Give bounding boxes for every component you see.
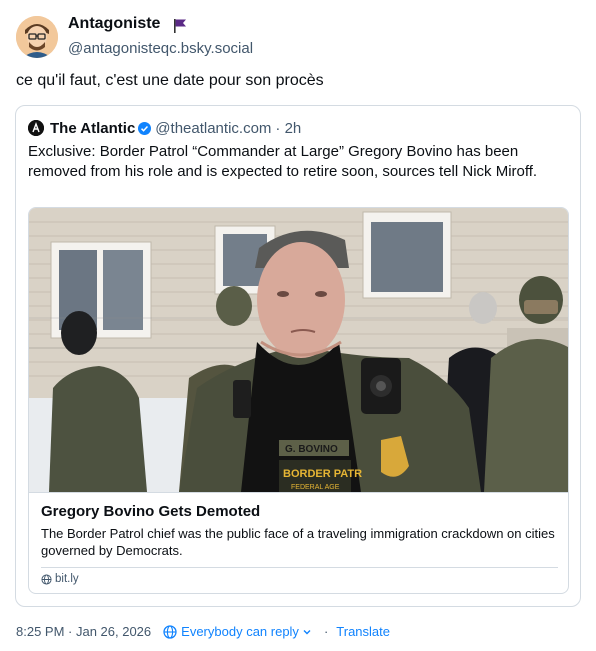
flag-icon (174, 19, 186, 33)
link-card-description: The Border Patrol chief was the public f… (41, 526, 555, 558)
quote-time: · 2h (275, 119, 302, 137)
quote-text: Exclusive: Border Patrol “Commander at L… (28, 143, 538, 180)
patch-text: BORDER PATR (283, 468, 362, 480)
nameplate-text: G. BOVINO (285, 444, 338, 455)
separator-dot: · (323, 624, 329, 639)
post-text: ce qu'il faut, c'est une date pour son p… (16, 72, 324, 89)
chevron-down-icon (303, 629, 311, 634)
globe-icon (41, 573, 52, 585)
link-card-domain-label: bit.ly (55, 573, 79, 585)
link-card[interactable]: G. BOVINO BORDER PATR FEDERAL AGE Gregor… (28, 207, 569, 594)
quote-author-handle[interactable]: @theatlantic.com (155, 120, 271, 137)
quote-post[interactable]: The Atlantic @theatlantic.com · 2h Exclu… (15, 105, 581, 607)
avatar[interactable] (16, 16, 58, 58)
reply-settings-button[interactable]: Everybody can reply (163, 624, 316, 639)
link-card-title[interactable]: Gregory Bovino Gets Demoted (41, 503, 260, 520)
article-image: G. BOVINO BORDER PATR FEDERAL AGE (29, 208, 568, 492)
quote-author-name[interactable]: The Atlantic (50, 120, 135, 137)
post: Antagoniste @antagonisteqc.bsky.social c… (0, 0, 596, 651)
the-atlantic-logo-icon (28, 120, 44, 136)
author-name[interactable]: Antagoniste (68, 15, 160, 33)
link-card-body: Gregory Bovino Gets Demoted The Border P… (29, 492, 568, 593)
reply-settings-label: Everybody can reply (181, 624, 299, 639)
verified-check-icon (138, 121, 152, 135)
post-timestamp[interactable]: 8:25 PM · Jan 26, 2026 (16, 624, 151, 639)
link-card-domain[interactable]: bit.ly (41, 573, 79, 585)
quote-header: The Atlantic @theatlantic.com · 2h (28, 118, 301, 138)
patch-sub-text: FEDERAL AGE (291, 484, 340, 491)
avatar-icon (16, 16, 58, 58)
translate-button[interactable]: Translate (336, 624, 390, 639)
post-meta: 8:25 PM · Jan 26, 2026 Everybody can rep… (16, 624, 390, 639)
divider (41, 567, 558, 568)
author-handle[interactable]: @antagonisteqc.bsky.social (68, 40, 253, 57)
globe-icon (163, 624, 177, 639)
